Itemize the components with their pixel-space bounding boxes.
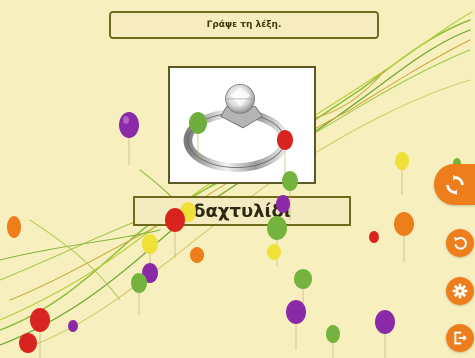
exit-button[interactable] xyxy=(446,324,474,352)
ring-image xyxy=(183,84,289,172)
refresh-button[interactable] xyxy=(434,164,475,205)
instruction-text: Γράψε τη λέξη. xyxy=(206,20,282,30)
picture-card xyxy=(168,66,316,184)
exit-icon xyxy=(454,331,467,345)
undo-icon xyxy=(454,237,467,250)
settings-button[interactable] xyxy=(446,277,474,305)
answer-text: δαχτυλίδι xyxy=(193,200,291,222)
instruction-banner: Γράψε τη λέξη. xyxy=(109,11,379,39)
restart-button[interactable] xyxy=(446,229,474,257)
gear-icon xyxy=(452,283,468,299)
refresh-icon xyxy=(445,174,464,195)
answer-field[interactable]: δαχτυλίδι xyxy=(133,196,351,226)
